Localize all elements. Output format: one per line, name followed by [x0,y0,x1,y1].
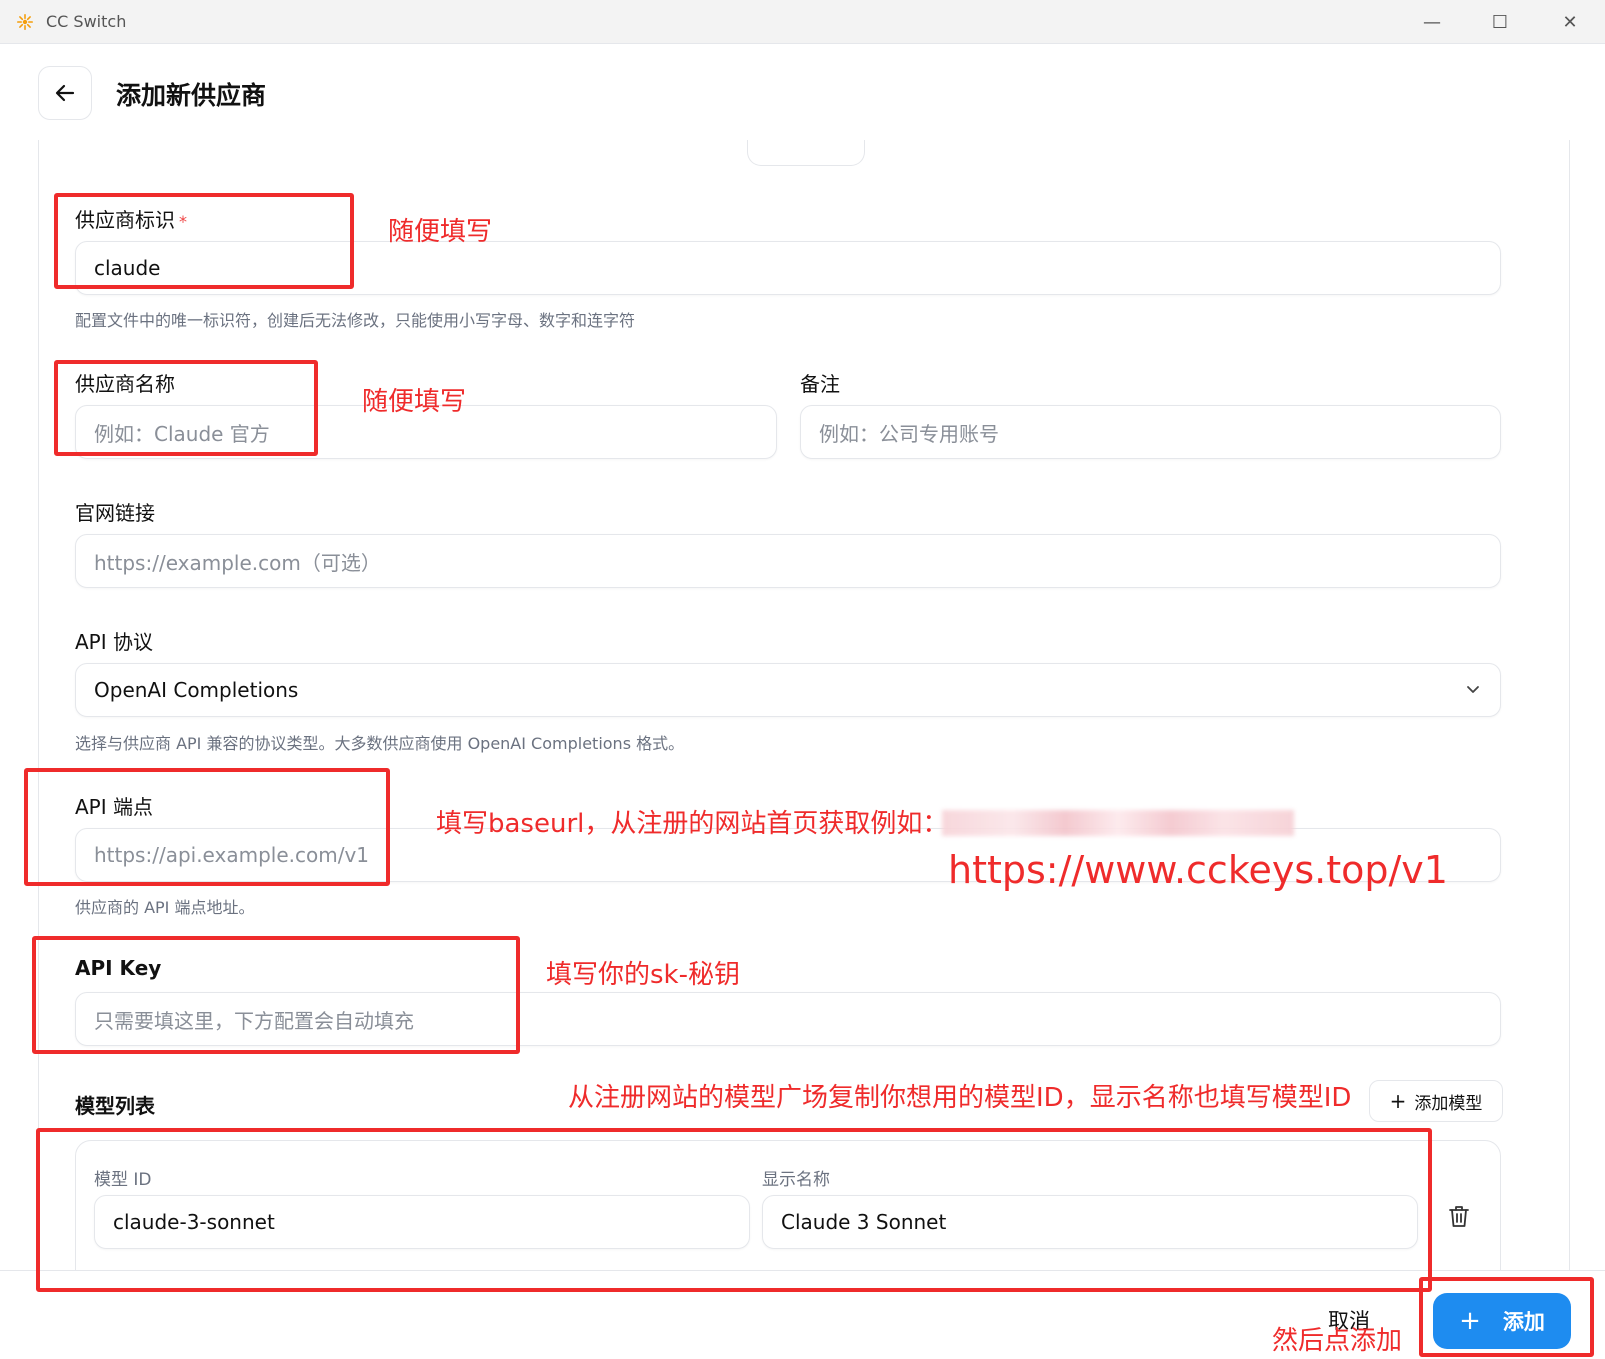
submit-add-button[interactable]: + 添加 [1433,1293,1571,1349]
trash-icon[interactable] [1446,1203,1472,1229]
add-model-button[interactable]: + 添加模型 [1369,1080,1503,1122]
model-row: 模型 ID claude-3-sonnet 显示名称 Claude 3 Sonn… [75,1140,1501,1270]
api-key-placeholder: 只需要填这里，下方配置会自动填充 [94,1008,414,1033]
provider-name-placeholder: 例如：Claude 官方 [94,421,270,446]
minimize-button[interactable]: — [1412,8,1452,36]
page-header: 添加新供应商 [0,44,1605,140]
tab-stub [747,140,865,166]
notes-placeholder: 例如：公司专用账号 [819,421,999,446]
notes-label: 备注 [800,372,840,396]
model-id-value: claude-3-sonnet [113,1210,275,1234]
display-name-label: 显示名称 [762,1170,830,1190]
annotation-endpoint-url: https://www.cckeys.top/v1 [948,848,1448,892]
provider-id-hint: 配置文件中的唯一标识符，创建后无法修改，只能使用小写字母、数字和连字符 [75,311,636,330]
close-window-button[interactable]: ✕ [1550,8,1590,36]
annotation-api-endpoint: 填写baseurl，从注册的网站首页获取例如： [436,809,949,839]
api-key-input[interactable]: 只需要填这里，下方配置会自动填充 [75,992,1501,1046]
website-placeholder: https://example.com（可选） [94,550,381,575]
annotation-api-key: 填写你的sk-秘钥 [546,960,740,990]
add-model-label: 添加模型 [1414,1093,1483,1114]
annotation-provider-name: 随便填写 [362,387,467,417]
api-endpoint-placeholder: https://api.example.com/v1 [94,843,370,867]
display-name-input[interactable]: Claude 3 Sonnet [762,1195,1418,1249]
models-label: 模型列表 [75,1094,155,1118]
back-button[interactable] [38,66,92,120]
required-mark: * [179,212,187,231]
website-label: 官网链接 [75,501,155,525]
provider-id-value: claude [94,256,161,280]
api-protocol-select[interactable]: OpenAI Completions [75,663,1501,717]
redacted-url [942,810,1294,836]
page-title: 添加新供应商 [116,81,267,110]
model-id-label: 模型 ID [94,1170,152,1190]
annotation-provider-id: 随便填写 [388,217,493,247]
title-bar: CC Switch — ☐ ✕ [0,0,1605,44]
api-endpoint-hint: 供应商的 API 端点地址。 [75,898,255,917]
api-protocol-value: OpenAI Completions [94,678,299,702]
website-input[interactable]: https://example.com（可选） [75,534,1501,588]
model-id-input[interactable]: claude-3-sonnet [94,1195,750,1249]
chevron-down-icon [1467,686,1479,693]
app-logo-icon [17,14,33,30]
display-name-value: Claude 3 Sonnet [781,1210,947,1234]
submit-label: 添加 [1502,1310,1545,1334]
provider-id-label: 供应商标识 * [75,208,187,232]
provider-id-input[interactable]: claude [75,241,1501,295]
plus-icon: + [1459,1306,1481,1336]
notes-input[interactable]: 例如：公司专用账号 [800,405,1501,459]
api-endpoint-label: API 端点 [75,795,153,819]
annotation-models: 从注册网站的模型广场复制你想用的模型ID，显示名称也填写模型ID [568,1083,1352,1113]
maximize-button[interactable]: ☐ [1480,8,1520,36]
provider-name-label: 供应商名称 [75,372,175,396]
annotation-submit: 然后点添加 [1272,1326,1403,1356]
api-key-label: API Key [75,956,162,980]
api-protocol-label: API 协议 [75,630,153,654]
plus-icon: + [1389,1089,1407,1113]
api-protocol-hint: 选择与供应商 API 兼容的协议类型。大多数供应商使用 OpenAI Compl… [75,734,685,753]
window-title: CC Switch [46,12,127,31]
arrow-left-icon [55,84,75,102]
